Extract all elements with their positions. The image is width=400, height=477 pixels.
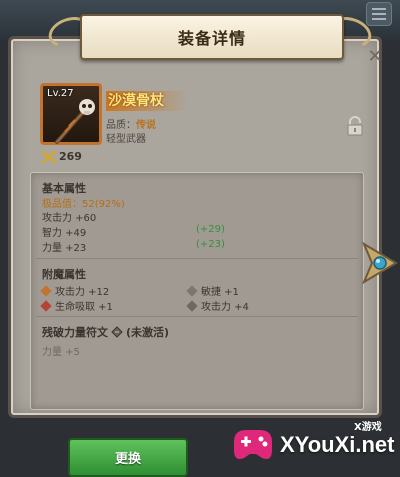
power-value: 269 (59, 150, 82, 163)
menu-icon (372, 8, 386, 20)
item-name: 沙漠骨杖 (106, 91, 186, 111)
watermark-small-text: X游戏 (354, 422, 382, 433)
arrow-gem-icon[interactable] (362, 240, 398, 286)
power-row: 269 (42, 150, 82, 163)
stat-intelligence-bonus: (+29) (196, 224, 225, 235)
stat-strength-bonus: (+23) (196, 239, 225, 250)
diamond-bullet-icon (186, 285, 198, 297)
rune-icon (111, 326, 123, 338)
rune-status: (未激活) (126, 326, 170, 339)
diamond-bullet-icon (40, 285, 52, 297)
divider (36, 316, 358, 317)
staff-icon (55, 99, 95, 144)
divider (36, 258, 358, 259)
diamond-bullet-icon (186, 300, 198, 312)
rune-title: 残破力量符文 (42, 326, 108, 339)
enchant-stat-text: 攻击力 +4 (201, 302, 249, 313)
stat-attack: 攻击力 +60 (42, 213, 97, 224)
close-button[interactable]: ✕ (366, 48, 384, 66)
item-icon-frame[interactable]: Lv.27 (40, 83, 102, 145)
watermark-text: XYouXi.net (280, 432, 395, 457)
menu-button[interactable] (366, 2, 392, 26)
enchant-stat-text: 敏捷 +1 (201, 287, 239, 298)
diamond-bullet-icon (40, 300, 52, 312)
quality-score: 极品值：52(92%) (42, 199, 125, 210)
basic-attributes-title: 基本属性 (42, 182, 86, 195)
power-icon (42, 150, 56, 163)
rune-title-line: 残破力量符文 (未激活) (42, 324, 169, 340)
gamepad-logo-icon (234, 430, 272, 459)
enchant-stat-text: 攻击力 +12 (55, 287, 110, 298)
enchant-stat: 攻击力 +4 (186, 298, 249, 313)
title-banner: 装备详情 (80, 14, 344, 60)
watermark: X游戏 XYouXi.net (222, 412, 400, 477)
change-button-label: 更换 (114, 452, 141, 467)
dialog-title: 装备详情 (177, 29, 246, 48)
stat-intelligence: 智力 +49 (42, 228, 87, 239)
lock-icon[interactable] (346, 116, 364, 136)
enchant-attributes-title: 附魔属性 (42, 268, 86, 281)
rune-stat: 力量 +5 (42, 347, 80, 358)
enchant-stat: 敏捷 +1 (186, 283, 239, 298)
item-quality: 品质：传说 (106, 116, 156, 131)
change-button[interactable]: 更换 (68, 438, 188, 477)
stat-strength: 力量 +23 (42, 243, 87, 254)
enchant-stat: 生命吸取 +1 (40, 298, 113, 313)
close-icon: ✕ (367, 46, 383, 67)
enchant-stat: 攻击力 +12 (40, 283, 110, 298)
enchant-stat-text: 生命吸取 +1 (55, 302, 113, 313)
item-type: 轻型武器 (106, 134, 146, 145)
